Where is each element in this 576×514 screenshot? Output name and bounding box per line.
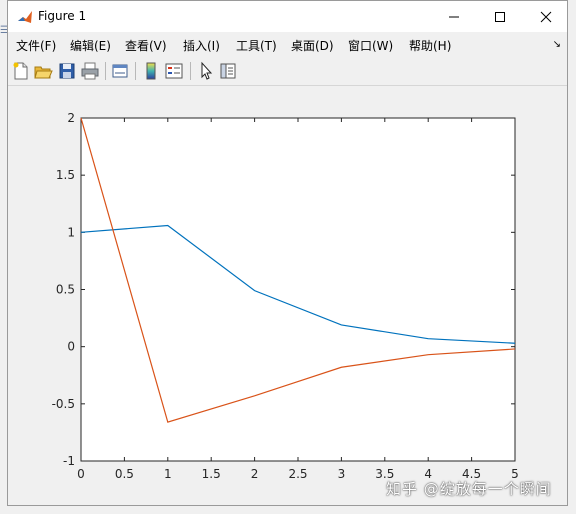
watermark-text: 知乎 @绽放每一个瞬间 — [386, 480, 552, 498]
menu-tools[interactable]: 工具(T) — [236, 37, 277, 54]
y-tick-label: 1.5 — [56, 168, 75, 182]
background-edge-mark: ☰ — [0, 25, 9, 36]
menu-file[interactable]: 文件(F) — [16, 37, 56, 54]
plot-area: 0 0.5 1 1.5 2 2.5 3 3.5 4 4.5 5 -1 -0.5 0 0.5 1 1.5 2 — [8, 87, 567, 505]
x-tick-label: 0.5 — [115, 467, 134, 481]
menu-desktop[interactable]: 桌面(D) — [291, 37, 334, 54]
y-tick-label: 0.5 — [56, 283, 75, 297]
x-tick-label: 1.5 — [202, 467, 221, 481]
legend-icon[interactable] — [164, 61, 184, 81]
x-tick-label: 2 — [251, 467, 259, 481]
menu-edit[interactable]: 编辑(E) — [70, 37, 111, 54]
y-tick-label: -1 — [63, 454, 75, 468]
maximize-button[interactable] — [477, 1, 523, 32]
axes-box — [80, 117, 516, 462]
figure-toolbar — [8, 57, 567, 86]
x-tick-label: 0 — [77, 467, 85, 481]
minimize-button[interactable] — [431, 1, 477, 32]
y-tick-label: 0 — [67, 340, 75, 354]
maximize-icon — [495, 11, 505, 22]
x-tick-label: 1 — [164, 467, 172, 481]
save-icon[interactable] — [57, 61, 77, 81]
print-icon[interactable] — [80, 61, 100, 81]
toolbar-separator — [105, 62, 106, 80]
menu-view[interactable]: 查看(V) — [125, 37, 167, 54]
toolbar-separator — [135, 62, 136, 80]
toolbar-separator — [190, 62, 191, 80]
menu-window[interactable]: 窗口(W) — [348, 37, 393, 54]
minimize-icon — [449, 16, 459, 17]
y-tick-label: 1 — [67, 225, 75, 239]
y-tick-label: -0.5 — [52, 397, 75, 411]
close-icon — [540, 11, 552, 22]
pointer-icon[interactable] — [196, 61, 216, 81]
x-tick-label: 2.5 — [288, 467, 307, 481]
menu-insert[interactable]: 插入(I) — [183, 37, 220, 54]
x-tick-label: 3 — [338, 467, 346, 481]
new-figure-icon[interactable] — [11, 61, 31, 81]
open-file-icon[interactable] — [33, 61, 53, 81]
y-tick-label: 2 — [67, 111, 75, 125]
colorbar-icon[interactable] — [141, 61, 161, 81]
matlab-logo-icon — [17, 9, 33, 25]
link-plot-icon[interactable] — [110, 61, 130, 81]
menu-dock-arrow-icon[interactable]: ↘ — [553, 39, 561, 50]
line-chart[interactable]: 0 0.5 1 1.5 2 2.5 3 3.5 4 4.5 5-1-0.500.511.52 — [8, 87, 567, 505]
figure-window: Figure 1 文件(F) 编辑(E) 查看(V) 插入(I) 工具(T) 桌… — [7, 0, 568, 506]
title-bar[interactable]: Figure 1 — [8, 1, 567, 32]
window-title: Figure 1 — [38, 9, 87, 23]
close-button[interactable] — [523, 1, 569, 32]
property-editor-icon[interactable] — [218, 61, 238, 81]
menu-bar: 文件(F) 编辑(E) 查看(V) 插入(I) 工具(T) 桌面(D) 窗口(W… — [8, 33, 567, 55]
menu-help[interactable]: 帮助(H) — [409, 37, 451, 54]
